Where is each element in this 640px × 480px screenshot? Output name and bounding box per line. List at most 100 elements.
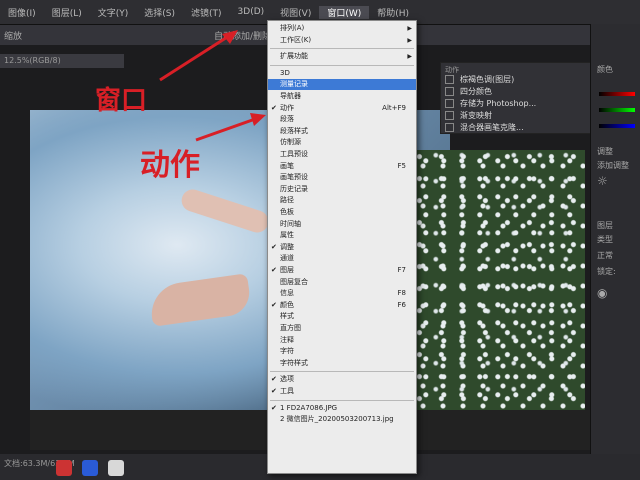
menu-item-label: 1 FD2A7086.JPG [280,403,338,412]
menu-select[interactable]: 选择(S) [136,6,183,19]
window-menu-item[interactable]: ✔ 1 FD2A7086.JPG [268,403,416,414]
checkbox-icon[interactable] [445,86,454,96]
action-item[interactable]: 棕褐色调(图层) [445,73,514,85]
window-menu-item[interactable]: 色板 [268,207,416,218]
window-menu-item[interactable]: 画笔 F5 [268,161,416,172]
auto-add-option[interactable]: 自动添加/删除 [214,29,271,42]
layers-tab[interactable]: 图层 [597,220,613,231]
menu-item-label: 信息 [280,289,294,298]
menu-shortcut: F8 [397,289,406,298]
menu-3d[interactable]: 3D(D) [230,7,273,17]
action-item[interactable]: 渐变映射 [445,109,492,121]
action-item[interactable]: 四分颜色 [445,85,492,97]
window-menu-item[interactable]: 导航器 [268,91,416,102]
window-menu-item[interactable]: 工作区(K) ▶ [268,35,416,46]
window-menu-item[interactable]: 历史记录 [268,184,416,195]
menu-layer[interactable]: 图层(L) [44,6,90,19]
red-slider[interactable] [599,92,635,96]
menu-item-label: 扩展功能 [280,52,308,61]
menu-separator [270,64,414,66]
menu-filter[interactable]: 滤镜(T) [183,6,230,19]
blue-slider[interactable] [599,124,635,128]
menu-item-label: 通道 [280,254,294,263]
window-menu-item[interactable]: 路径 [268,195,416,206]
green-slider[interactable] [599,108,635,112]
window-menu-item[interactable]: ✔ 选项 [268,374,416,385]
menu-item-label: 图层 [280,266,294,274]
menu-image[interactable]: 图像(I) [0,6,44,19]
checkbox-icon[interactable] [445,98,454,108]
action-label: 棕褐色调(图层) [460,74,515,84]
window-menu-item[interactable]: ✔ 图层 F7 [268,265,416,276]
blend-mode-select[interactable]: 正常 [597,250,613,261]
window-menu-item[interactable]: ✔ 工具 [268,386,416,397]
menu-view[interactable]: 视图(V) [272,6,319,19]
window-menu-item[interactable]: 字符 [268,346,416,357]
menu-item-label: 字符 [280,347,294,356]
menu-type[interactable]: 文字(Y) [90,6,137,19]
app-taskbar-icon[interactable] [82,460,98,476]
window-menu-item[interactable]: 段落 [268,114,416,125]
actions-panel: 动作 棕褐色调(图层) 四分颜色 存储为 Photoshop... 渐变映射 混… [440,62,592,134]
window-menu-item[interactable]: 属性 [268,230,416,241]
menu-item-label: 样式 [280,312,294,321]
layer-kind-filter[interactable]: 类型 [597,234,613,245]
checkmark-icon: ✔ [271,375,277,384]
window-menu-item[interactable]: 图层复合 [268,277,416,288]
checkbox-icon[interactable] [445,110,454,120]
menu-item-label: 工具 [280,387,294,395]
window-menu-item[interactable]: 画笔预设 [268,172,416,183]
right-panel: 颜色 调整 添加调整 ☼ 图层 类型 正常 锁定: ◉ [590,24,640,454]
menu-item-label: 直方图 [280,324,301,332]
action-label: 渐变映射 [460,110,492,120]
action-item[interactable]: 混合器画笔克隆... [445,121,524,133]
window-menu-item[interactable]: 2 微信图片_20200503200713.jpg [268,414,416,425]
window-menu-item[interactable]: 扩展功能 ▶ [268,51,416,62]
window-menu-item[interactable]: 样式 [268,311,416,322]
color-tab[interactable]: 颜色 [597,64,613,75]
checkmark-icon: ✔ [271,300,277,309]
menu-item-label: 导航器 [280,92,301,100]
menu-window[interactable]: 窗口(W) [319,5,370,19]
window-menu-item[interactable]: 工具预设 [268,149,416,160]
sun-icon[interactable]: ☼ [597,174,608,188]
menu-help[interactable]: 帮助(H) [369,6,417,19]
checkmark-icon: ✔ [271,266,277,274]
menu-item-label: 测量记录 [280,80,308,89]
menu-item-label: 画笔预设 [280,173,308,182]
menu-item-label: 工具预设 [280,150,308,158]
checkbox-icon[interactable] [445,122,454,132]
annotation-action: 动作 [140,148,200,183]
document-tab[interactable]: 12.5%(RGB/8) [0,54,124,68]
eye-icon[interactable]: ◉ [597,286,607,300]
window-menu-item[interactable]: 排列(A) ▶ [268,23,416,34]
file-taskbar-icon[interactable] [108,460,124,476]
menu-item-label: 动作 [280,103,294,112]
window-menu-item[interactable]: 3D [268,68,416,79]
action-label: 存储为 Photoshop... [460,98,537,108]
window-menu-item[interactable]: 通道 [268,253,416,264]
window-menu-item[interactable]: ✔ 调整 [268,242,416,253]
window-menu-item[interactable]: 直方图 [268,323,416,334]
menu-item-label: 历史记录 [280,184,308,193]
submenu-arrow-icon: ▶ [407,36,412,44]
browser-taskbar-icon[interactable] [56,460,72,476]
window-menu-item[interactable]: 信息 F8 [268,288,416,299]
menu-item-label: 注释 [280,335,294,344]
action-item[interactable]: 存储为 Photoshop... [445,97,536,109]
menu-item-label: 色板 [280,208,294,216]
window-menu-item[interactable]: 字符样式 [268,358,416,369]
add-adjustment-label: 添加调整 [597,161,629,170]
window-menu-item[interactable]: 仿制源 [268,137,416,148]
window-menu-item[interactable]: 注释 [268,335,416,346]
window-menu-item[interactable]: 时间轴 [268,219,416,230]
window-menu-item[interactable]: ✔ 动作 Alt+F9 [268,103,416,114]
checkbox-icon[interactable] [445,74,454,84]
window-menu-item[interactable]: 测量记录 [268,79,416,91]
window-menu-item[interactable]: 段落样式 [268,126,416,137]
menu-item-label: 图层复合 [280,277,308,286]
adjust-tab[interactable]: 调整 [597,146,613,157]
menu-item-label: 排列(A) [280,24,305,32]
window-menu-item[interactable]: ✔ 颜色 F6 [268,300,416,311]
menu-item-label: 段落样式 [280,126,308,135]
